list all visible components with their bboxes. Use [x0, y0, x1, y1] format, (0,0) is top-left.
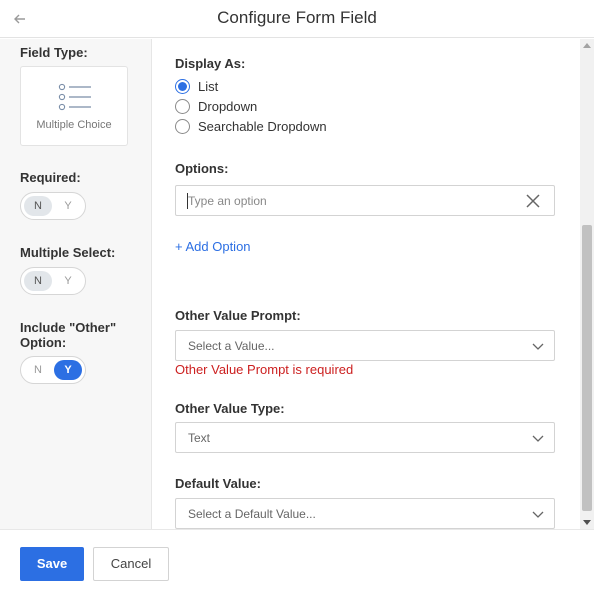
close-icon[interactable]	[526, 194, 540, 208]
main-panel: Display As: List Dropdown Searchable Dro…	[153, 39, 580, 529]
include-other-toggle[interactable]: N Y	[20, 356, 86, 384]
chevron-down-icon	[532, 435, 544, 442]
multiple-select-toggle[interactable]: N Y	[20, 267, 86, 295]
other-value-prompt-placeholder: Select a Value...	[188, 339, 275, 353]
other-value-type-value: Text	[188, 431, 211, 445]
display-as-option-label: List	[198, 78, 219, 94]
sidebar: Field Type: Multiple Choice Required: N …	[0, 39, 152, 529]
required-label: Required:	[20, 170, 81, 185]
other-value-type-select[interactable]: Text	[175, 422, 555, 453]
display-as-option-dropdown[interactable]: Dropdown	[175, 97, 257, 115]
scroll-up-arrow-icon[interactable]	[583, 43, 591, 48]
list-icon	[58, 83, 91, 111]
default-value-placeholder: Select a Default Value...	[188, 507, 316, 521]
chevron-down-icon	[532, 343, 544, 350]
scrollbar[interactable]	[580, 39, 594, 529]
header: Configure Form Field	[0, 0, 594, 38]
other-value-type-label: Other Value Type:	[175, 401, 285, 416]
field-type-label: Field Type:	[20, 45, 88, 60]
option-input[interactable]	[188, 193, 508, 209]
scroll-down-arrow-icon[interactable]	[583, 520, 591, 525]
display-as-option-list[interactable]: List	[175, 77, 218, 95]
include-other-label-line2: Option:	[20, 335, 67, 350]
field-type-value: Multiple Choice	[36, 119, 112, 131]
radio-selected-icon	[175, 78, 190, 94]
page-title: Configure Form Field	[217, 8, 377, 27]
other-value-prompt-label: Other Value Prompt:	[175, 308, 301, 323]
display-as-label: Display As:	[175, 56, 246, 71]
required-toggle[interactable]: N Y	[20, 192, 86, 220]
display-as-option-label: Searchable Dropdown	[198, 118, 327, 134]
display-as-option-searchable-dropdown[interactable]: Searchable Dropdown	[175, 117, 327, 135]
include-other-label: Include "Other" Option:	[20, 320, 116, 350]
radio-unselected-icon	[175, 118, 190, 134]
required-yes-option[interactable]: Y	[54, 196, 82, 216]
scrollbar-thumb[interactable]	[582, 225, 592, 511]
include-other-label-line1: Include "Other"	[20, 320, 117, 335]
include-other-yes-option[interactable]: Y	[54, 360, 82, 380]
required-no-option[interactable]: N	[24, 196, 52, 216]
save-button[interactable]: Save	[20, 547, 84, 581]
radio-unselected-icon	[175, 98, 190, 114]
option-input-box[interactable]	[175, 185, 555, 216]
add-option-link[interactable]: + Add Option	[175, 239, 251, 254]
include-other-no-option[interactable]: N	[24, 360, 52, 380]
options-label: Options:	[175, 161, 229, 176]
multiple-select-no-option[interactable]: N	[24, 271, 52, 291]
display-as-option-label: Dropdown	[198, 98, 258, 114]
chevron-down-icon	[532, 511, 544, 518]
footer: Save Cancel	[0, 529, 594, 594]
cancel-button[interactable]: Cancel	[93, 547, 169, 581]
default-value-select[interactable]: Select a Default Value...	[175, 498, 555, 529]
multiple-select-label: Multiple Select:	[20, 245, 116, 260]
other-value-prompt-select[interactable]: Select a Value...	[175, 330, 555, 361]
multiple-select-yes-option[interactable]: Y	[54, 271, 82, 291]
field-type-card[interactable]: Multiple Choice	[20, 66, 128, 146]
default-value-label: Default Value:	[175, 476, 261, 491]
other-value-prompt-error: Other Value Prompt is required	[175, 362, 354, 377]
